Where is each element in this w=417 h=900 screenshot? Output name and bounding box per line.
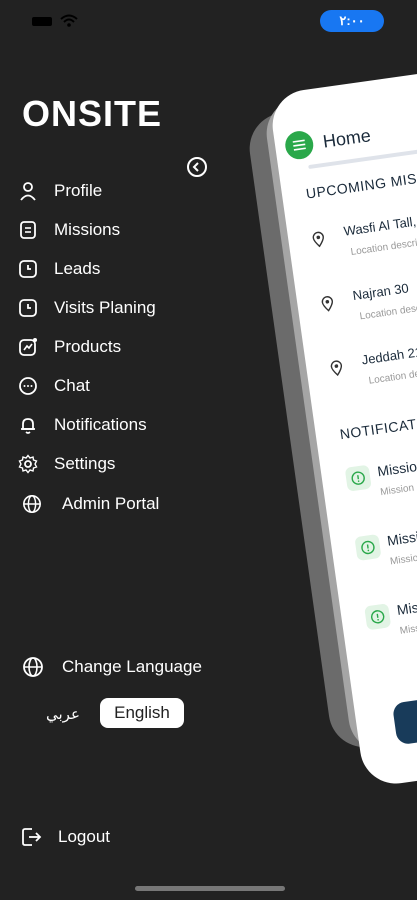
notification-name: Mission (376, 456, 417, 480)
collapse-drawer-button[interactable] (187, 157, 207, 177)
notification-desc: Mission Upd (389, 549, 417, 568)
status-bar: ٢:٠٠ (0, 0, 417, 44)
menu-item-label: Leads (54, 259, 101, 278)
location-pin-icon (330, 360, 343, 377)
app-logo: ONSITE (22, 93, 163, 134)
logout-label: Logout (58, 827, 110, 846)
notification-desc: Mission Update (379, 478, 417, 499)
mission-name: Jeddah 21 (360, 344, 417, 368)
person-icon (18, 181, 38, 201)
change-language-label: Change Language (62, 657, 202, 676)
menu-item-visits-planing[interactable]: Visits Planing (18, 293, 156, 323)
home-indicator (135, 886, 285, 891)
info-icon (364, 603, 392, 631)
gear-icon (18, 454, 38, 474)
upcoming-missions-title: UPCOMING MISSIO (304, 166, 417, 202)
globe-icon (22, 494, 42, 514)
logout-icon (20, 826, 42, 848)
preview-title: Home (321, 124, 372, 152)
logout-button[interactable]: Logout (20, 826, 110, 848)
status-time: ٢:٠٠ (320, 10, 384, 32)
mission-name: Najran 30 (351, 280, 410, 304)
globe-icon (22, 656, 44, 678)
menu-item-label: Notifications (54, 415, 147, 434)
menu-icon (283, 129, 316, 161)
notification-desc: Mission Up (399, 619, 417, 637)
menu-item-leads[interactable]: Leads (18, 254, 100, 284)
menu-item-label: Chat (54, 376, 90, 395)
change-language-row[interactable]: Change Language (22, 656, 202, 678)
chart-icon (18, 337, 38, 357)
menu-item-notifications[interactable]: Notifications (18, 410, 147, 440)
location-pin-icon (312, 231, 324, 248)
menu-item-label: Admin Portal (62, 494, 160, 513)
menu-item-chat[interactable]: Chat (18, 371, 90, 401)
menu-item-settings[interactable]: Settings (18, 449, 115, 479)
arabic-language-option[interactable]: عربي (46, 705, 80, 723)
location-pin-icon (321, 296, 334, 312)
clock-icon (18, 298, 38, 318)
mission-desc: Location descri (349, 237, 417, 258)
mission-desc: Location de (368, 368, 417, 387)
notification-name: Missio (386, 527, 417, 549)
menu-item-label: Settings (54, 454, 116, 473)
menu-item-profile[interactable]: Profile (18, 176, 102, 206)
menu-item-missions[interactable]: Missions (18, 215, 120, 245)
mission-desc: Location desc (359, 302, 417, 323)
notifications-title: NOTIFICATIO (338, 413, 417, 443)
menu-item-label: Missions (54, 220, 121, 239)
menu-item-products[interactable]: Products (18, 332, 121, 362)
info-icon (354, 533, 382, 562)
menu-item-label: Products (54, 337, 122, 356)
preview-header: Home (283, 121, 372, 161)
english-language-option[interactable]: English (100, 698, 184, 728)
bell-icon (18, 415, 38, 435)
menu-item-label: Visits Planing (54, 298, 156, 317)
info-icon (344, 464, 372, 492)
notification-name: Missi (395, 597, 417, 618)
preview-action-button (391, 675, 417, 746)
document-icon (18, 220, 38, 240)
chevron-left-icon (192, 162, 199, 172)
menu-item-label: Profile (54, 181, 103, 200)
mission-name: Wasfi Al Tall, . (342, 212, 417, 239)
chat-icon (18, 376, 38, 396)
battery-icon (32, 17, 52, 26)
wifi-icon (60, 14, 78, 27)
clock-icon (18, 259, 38, 279)
menu-item-admin-portal[interactable]: Admin Portal (22, 489, 159, 519)
